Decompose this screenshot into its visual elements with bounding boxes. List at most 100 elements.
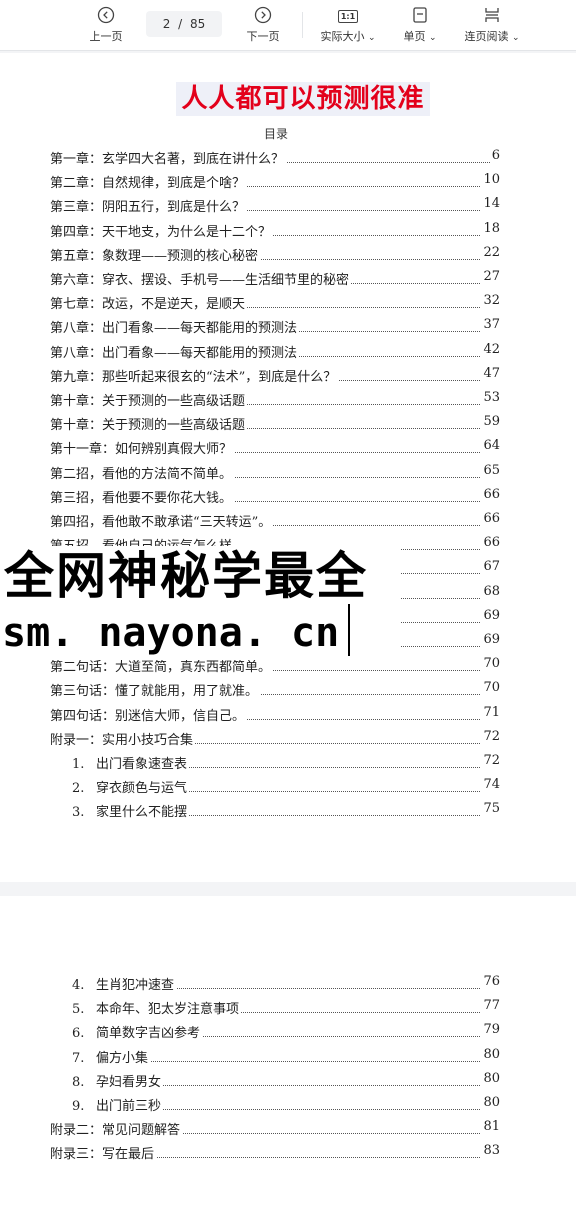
- toc-entry[interactable]: 9. 出门前三秒 80: [72, 1095, 500, 1115]
- toc-entry[interactable]: 7. 偏方小集 80: [72, 1046, 500, 1067]
- toc-entry-title: 孕妇看男女: [96, 1074, 162, 1090]
- toc-entry[interactable]: 第三招，看他要不要你花大钱。 66: [50, 486, 500, 507]
- toc-entry-title: 第五章：象数理——预测的核心秘密: [50, 248, 259, 264]
- text-cursor: [348, 604, 350, 656]
- toc-heading: 目录: [263, 127, 288, 141]
- toc-entry[interactable]: 1. 出门看象速查表 72: [72, 753, 500, 773]
- toc-entry-title: 第二句话：大道至简，真东西都简单。: [50, 660, 272, 676]
- single-page-label: 单页: [403, 30, 426, 43]
- toc-entry-title: 第三章：阴阳五行，到底是什么？: [50, 200, 246, 216]
- toc-entry-page: 77: [481, 998, 500, 1014]
- chevron-left-circle-icon: [86, 6, 126, 26]
- toc-entry[interactable]: 第三句话：懂了就能用，用了就准。 70: [50, 680, 500, 700]
- toc-entry[interactable]: 附录一：实用小技巧合集 72: [50, 728, 500, 749]
- toc-entry[interactable]: 第二招，看他的方法简不简单。 65: [50, 462, 500, 483]
- watermark-line-1: 全网神秘学最全: [4, 547, 368, 605]
- toc-entry[interactable]: 2. 穿衣颜色与运气 74: [72, 777, 500, 797]
- watermark-line-2: sm. nayona. cn: [2, 610, 340, 656]
- toc-entry[interactable]: 第四句话：别迷信大师，信自己。 71: [50, 704, 500, 725]
- toc-entry-title: 附录二：常见问题解答: [50, 1123, 181, 1139]
- page-separator: /: [178, 17, 183, 31]
- toc-entry-page: 79: [481, 1022, 500, 1038]
- toc-entry-page: 70: [481, 680, 500, 696]
- toc-entry[interactable]: 3. 家里什么不能摆 75: [72, 801, 500, 821]
- toc-entry[interactable]: 附录三：写在最后 83: [50, 1143, 500, 1163]
- toc-entry-page: 72: [481, 753, 500, 768]
- toc-entry-page: 66: [481, 535, 500, 551]
- toc-entry-page: 68: [481, 583, 500, 599]
- page-total: 85: [190, 17, 206, 31]
- continuous-scroll-icon: [460, 6, 524, 26]
- toc-entry[interactable]: 第四招，看他敢不敢承诺“三天转运”。 66: [50, 511, 500, 531]
- actual-size-label: 实际大小: [320, 30, 365, 43]
- toc-entry-title: 第三招，看他要不要你花大钱。: [50, 490, 233, 506]
- toc-entry[interactable]: 第九章：那些听起来很玄的“法术”，到底是什么？ 47: [50, 365, 500, 386]
- toc-entry-page: 76: [481, 974, 500, 989]
- page-indicator[interactable]: 2 / 85: [146, 11, 222, 37]
- chevron-down-icon: ⌄: [428, 33, 437, 43]
- toc-entry[interactable]: 6. 简单数字吉凶参考 79: [72, 1022, 500, 1042]
- toc-entry[interactable]: 附录二：常见问题解答 81: [50, 1119, 500, 1139]
- single-page-button[interactable]: 单页 ⌄: [400, 6, 440, 44]
- actual-size-button[interactable]: 1:1 实际大小 ⌄: [316, 6, 380, 44]
- toc-entry[interactable]: 第一章：玄学四大名著，到底在讲什么？ 6: [50, 148, 500, 168]
- toolbar-divider: [302, 12, 303, 38]
- toc-entry-title: 第一章：玄学四大名著，到底在讲什么？: [50, 152, 285, 167]
- toc-entry-page: 67: [481, 559, 500, 575]
- toc-entry-page: 69: [481, 632, 500, 647]
- page-current[interactable]: 2: [163, 17, 171, 31]
- toc-entry-title: 第八章：出门看象——每天都能用的预测法: [50, 321, 298, 337]
- continuous-reading-button[interactable]: 连页阅读 ⌄: [460, 6, 524, 44]
- toc-entry[interactable]: 第三章：阴阳五行，到底是什么？ 14: [50, 196, 500, 216]
- toc-entry-title: 穿衣颜色与运气: [96, 781, 188, 797]
- toc-entry[interactable]: 第十章：关于预测的一些高级话题 59: [50, 414, 500, 434]
- toc-entry[interactable]: 第二章：自然规律，到底是个啥？ 10: [50, 172, 500, 192]
- toc-entry[interactable]: 5. 本命年、犯太岁注意事项 77: [72, 998, 500, 1018]
- toc-entry-title: 附录一：实用小技巧合集: [50, 732, 194, 748]
- toc-entry-page: 81: [481, 1119, 500, 1135]
- toc-entry[interactable]: 第八章：出门看象——每天都能用的预测法 37: [50, 317, 500, 337]
- toc-entry-page: 70: [481, 656, 500, 672]
- toc-entry[interactable]: 4. 生肖犯冲速查 76: [72, 974, 500, 994]
- toc-entry-page: 18: [481, 220, 500, 236]
- toc-entry[interactable]: 8. 孕妇看男女 80: [72, 1070, 500, 1091]
- chevron-down-icon: ⌄: [367, 33, 376, 43]
- toc-entry-title: 第六章：穿衣、摆设、手机号——生活细节里的秘密: [50, 273, 350, 288]
- toc-entry-title: 第九章：那些听起来很玄的“法术”，到底是什么？: [50, 369, 337, 385]
- toc-entry-number: 2.: [72, 781, 85, 797]
- toc-entry-title: 偏方小集: [96, 1050, 149, 1066]
- toc-entry-title: 第七章：改运，不是逆天，是顺天: [50, 297, 246, 313]
- toc-entry[interactable]: 第六章：穿衣、摆设、手机号——生活细节里的秘密 27: [50, 269, 500, 289]
- toc-entry-page: 83: [481, 1143, 500, 1159]
- toc-entry[interactable]: 第四章：天干地支，为什么是十二个？ 18: [50, 220, 500, 241]
- toc-entry-page: 42: [481, 341, 500, 357]
- toc-entry-title: 附录三：写在最后: [50, 1147, 155, 1163]
- toc-entry-number: 8.: [72, 1074, 85, 1090]
- toc-entry-title: 第十章：关于预测的一些高级话题: [50, 418, 246, 434]
- toc-entry-title: 家里什么不能摆: [96, 805, 188, 821]
- one-to-one-icon: 1:1: [316, 6, 380, 26]
- toc-entry-title: 第三句话：懂了就能用，用了就准。: [50, 684, 259, 700]
- toc-entry-page: 66: [481, 486, 500, 502]
- toc-entry-number: 1.: [72, 757, 85, 772]
- toc-entry[interactable]: 第五章：象数理——预测的核心秘密 22: [50, 244, 500, 265]
- toc-entry-page: 14: [481, 196, 500, 212]
- document-title: 人人都可以预测很准: [176, 82, 430, 116]
- toc-entry[interactable]: 第七章：改运，不是逆天，是顺天 32: [50, 293, 500, 313]
- toc-entry[interactable]: 第十一章：如何辨别真假大师？ 64: [50, 438, 500, 458]
- viewer-toolbar: 上一页 2 / 85 下一页 1:1 实际大小 ⌄ 单页 ⌄ 连页阅读 ⌄: [0, 0, 576, 51]
- toc-entry-title: 第十一章：如何辨别真假大师？: [50, 442, 233, 458]
- toc-entry-title: 第二招，看他的方法简不简单。: [50, 466, 233, 482]
- toc-entry-number: 6.: [72, 1026, 85, 1042]
- toc-entry-title: 生肖犯冲速查: [96, 978, 175, 993]
- toc-entry-number: 7.: [72, 1050, 85, 1066]
- prev-page-label: 上一页: [89, 30, 123, 43]
- toc-entry-title: 出门看象速查表: [96, 757, 188, 772]
- toc-entry[interactable]: 第八章：出门看象——每天都能用的预测法 42: [50, 341, 500, 362]
- toc-entry[interactable]: 第十章：关于预测的一些高级话题 53: [50, 390, 500, 410]
- next-page-button[interactable]: 下一页: [243, 6, 283, 44]
- prev-page-button[interactable]: 上一页: [86, 6, 126, 44]
- toc-entry-page: 64: [481, 438, 500, 454]
- toc-entry-page: 72: [481, 728, 500, 744]
- toc-entry-number: 5.: [72, 1002, 85, 1018]
